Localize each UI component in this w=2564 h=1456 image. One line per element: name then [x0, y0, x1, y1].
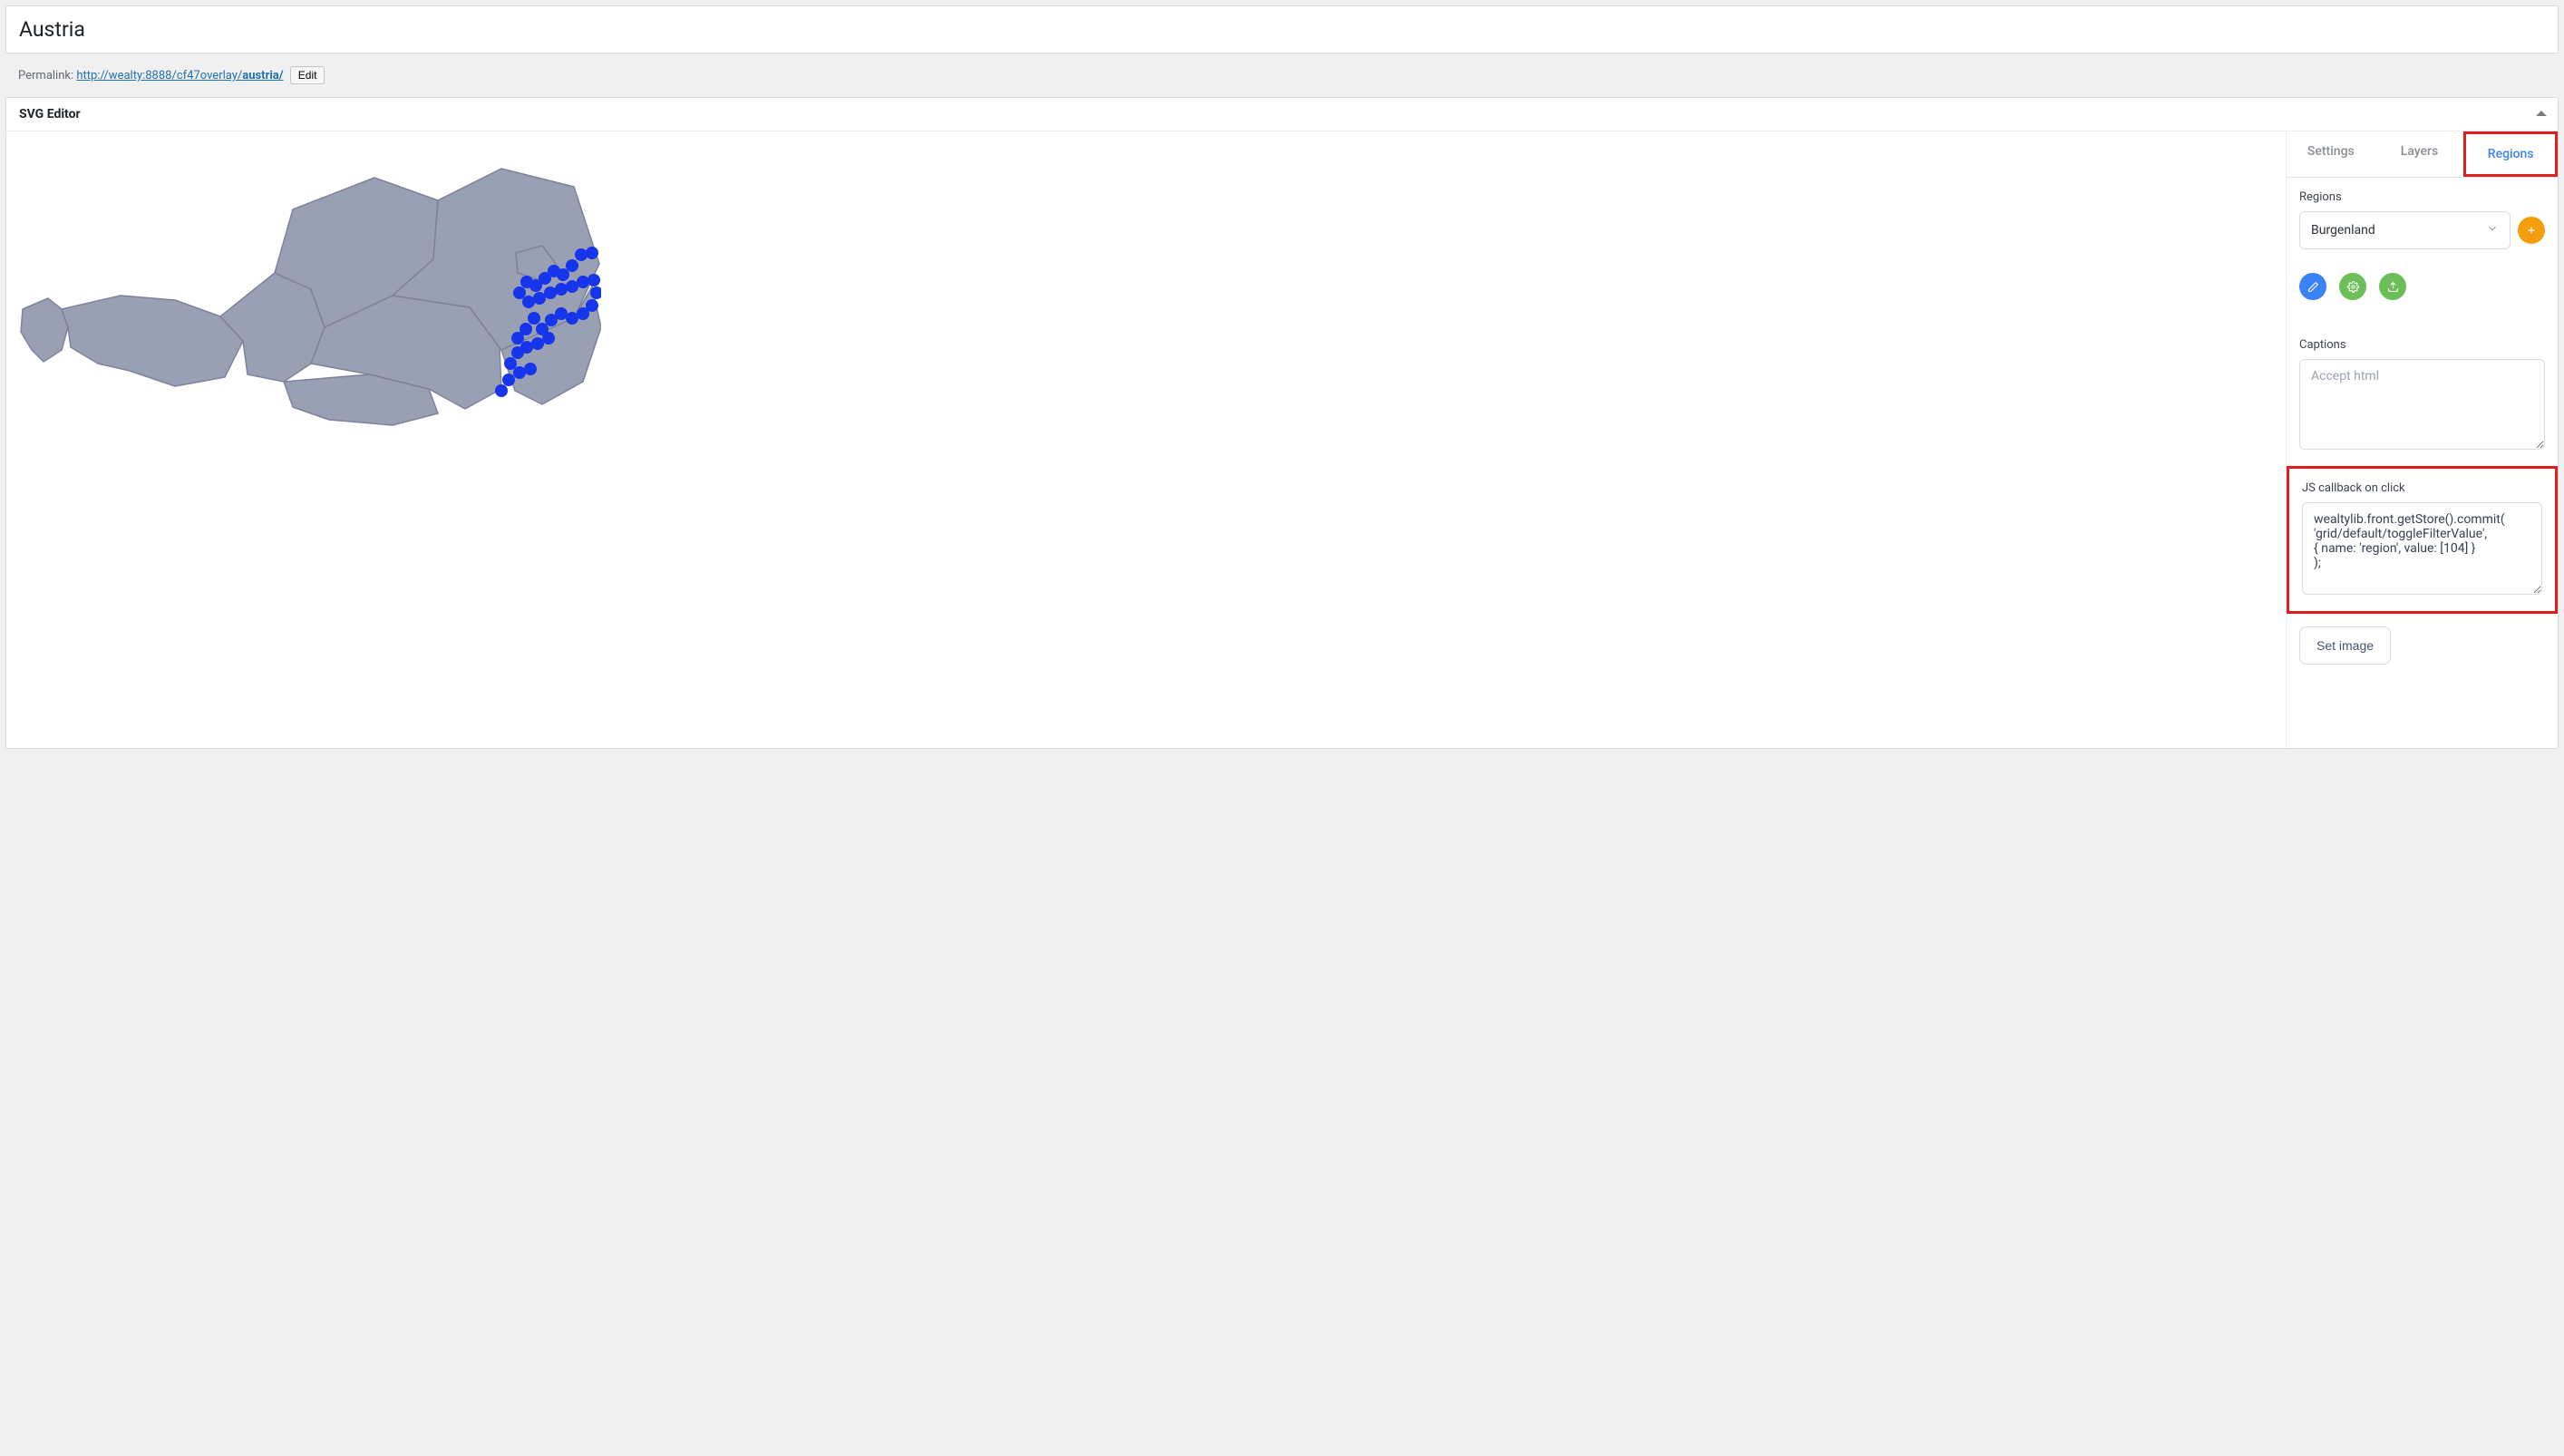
tab-regions[interactable]: Regions: [2463, 131, 2558, 177]
map-canvas[interactable]: [6, 131, 2286, 748]
tab-layers[interactable]: Layers: [2375, 131, 2464, 177]
regions-section: Regions Burgenland: [2287, 178, 2558, 313]
region-select[interactable]: Burgenland: [2299, 211, 2511, 249]
post-title-box: Austria: [5, 5, 2559, 53]
js-callback-input[interactable]: [2302, 502, 2542, 595]
region-select-value: Burgenland: [2311, 223, 2375, 238]
js-callback-section: JS callback on click: [2287, 466, 2558, 614]
gear-icon: [2347, 281, 2359, 293]
js-callback-label: JS callback on click: [2302, 481, 2542, 495]
panel-toggle-icon[interactable]: [2536, 111, 2547, 116]
captions-input[interactable]: [2299, 359, 2545, 450]
set-image-button[interactable]: Set image: [2299, 626, 2391, 665]
upload-region-button[interactable]: [2379, 273, 2406, 300]
region-settings-button[interactable]: [2339, 273, 2366, 300]
tab-settings[interactable]: Settings: [2287, 131, 2375, 177]
panel-heading: SVG Editor: [6, 98, 2558, 131]
set-image-section: Set image: [2287, 614, 2558, 677]
editor-sidebar: Settings Layers Regions Regions Burgenla…: [2286, 131, 2558, 748]
svg-editor-panel: SVG Editor: [5, 97, 2559, 749]
permalink-link[interactable]: http://wealty:8888/cf47overlay/austria/: [76, 69, 283, 83]
austria-map-svg: [12, 137, 601, 427]
upload-icon: [2387, 281, 2399, 293]
edit-slug-button[interactable]: Edit: [290, 66, 325, 84]
plus-icon: [2526, 225, 2537, 236]
pen-icon: [2307, 281, 2319, 293]
permalink-label: Permalink:: [18, 69, 73, 83]
post-title: Austria: [19, 17, 2545, 42]
captions-label: Captions: [2299, 338, 2545, 352]
add-region-button[interactable]: [2518, 217, 2545, 244]
chevron-down-icon: [2486, 222, 2499, 238]
regions-label: Regions: [2299, 190, 2545, 204]
permalink-row: Permalink: http://wealty:8888/cf47overla…: [5, 57, 2559, 97]
edit-region-button[interactable]: [2299, 273, 2326, 300]
sidebar-tabs: Settings Layers Regions: [2287, 131, 2558, 178]
captions-section: Captions: [2287, 313, 2558, 466]
